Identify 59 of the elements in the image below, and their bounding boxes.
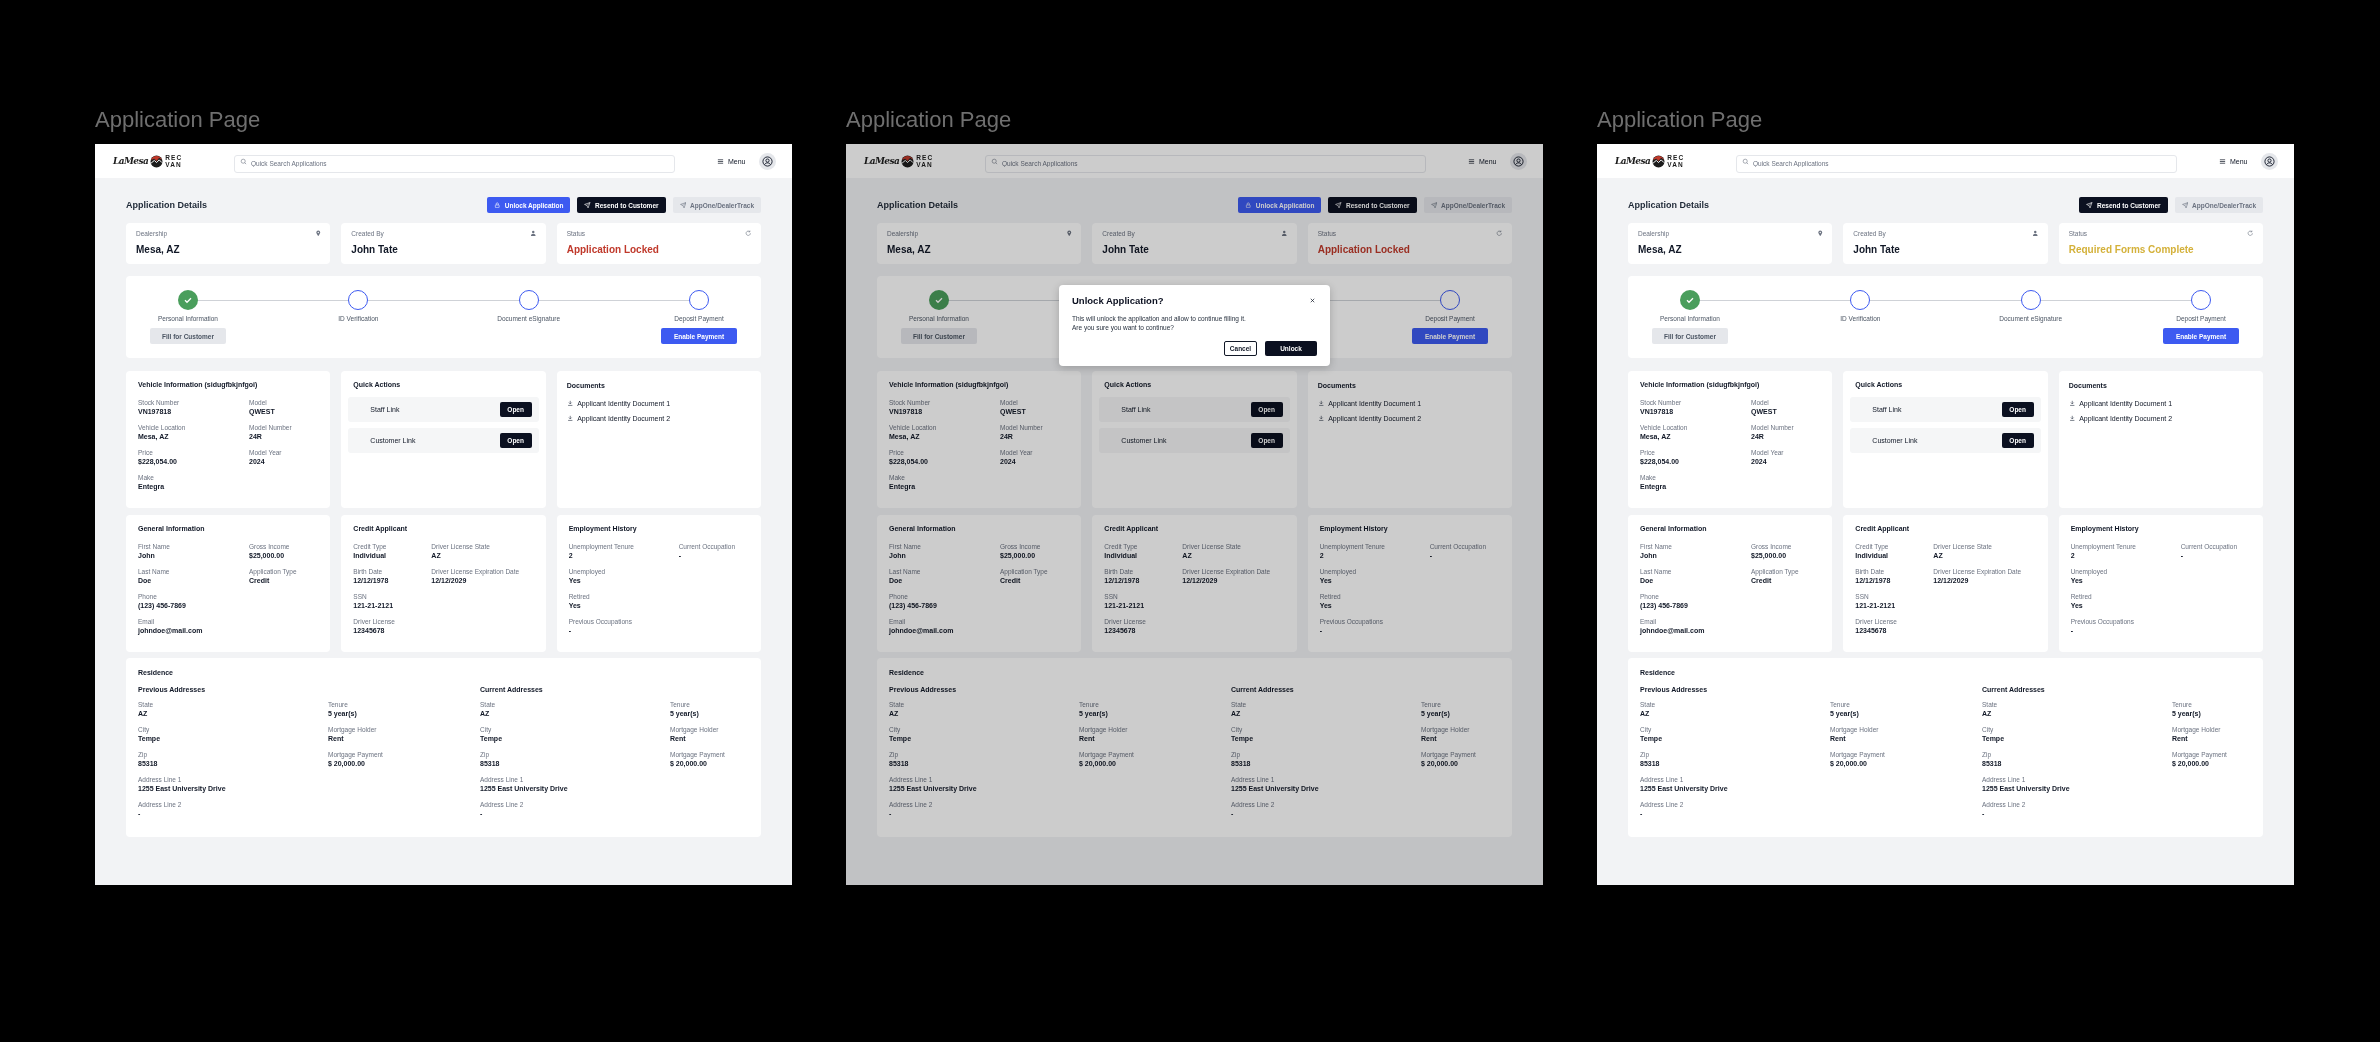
summary-value: John Tate: [1853, 243, 1900, 256]
send-icon: [2181, 201, 2189, 209]
menu-icon: [717, 157, 724, 165]
person-icon: [1281, 230, 1288, 237]
download-icon: [566, 415, 574, 422]
send-icon: [2086, 201, 2093, 209]
search-icon: [240, 157, 247, 165]
close-icon: [1309, 297, 1316, 304]
menu-icon: [1468, 157, 1475, 165]
mountain-emblem-icon: [901, 154, 915, 168]
person-icon: [2032, 230, 2039, 237]
download-icon: [2068, 415, 2076, 422]
page-title: Application Details: [877, 200, 958, 210]
account-button[interactable]: [1509, 152, 1527, 170]
summary-value: John Tate: [1102, 243, 1149, 256]
summary-value: Mesa, AZ: [887, 243, 931, 256]
person-icon: [530, 230, 537, 237]
logo-wordmark: LaMesa: [864, 156, 900, 166]
download-icon: [566, 400, 574, 407]
logo-wordmark: LaMesa: [1615, 156, 1651, 166]
send-icon: [584, 201, 591, 209]
download-icon: [1317, 415, 1325, 422]
download-icon: [2068, 400, 2076, 407]
location-pin-icon: [314, 230, 322, 237]
summary-value: Application Locked: [566, 243, 659, 256]
user-icon: [2263, 155, 2275, 167]
send-icon: [1335, 201, 1342, 209]
refresh-icon: [2247, 230, 2254, 237]
page-title: Application Details: [126, 200, 207, 210]
logo-wordmark: LaMesa: [113, 156, 149, 166]
close-button[interactable]: [1308, 296, 1317, 305]
user-icon: [761, 155, 773, 167]
summary-value: Mesa, AZ: [136, 243, 180, 256]
download-icon: [1317, 400, 1325, 407]
search-icon: [991, 157, 998, 165]
frame-label: Application Page: [95, 107, 261, 133]
mountain-emblem-icon: [1652, 154, 1666, 168]
send-icon: [1430, 201, 1438, 209]
summary-value: Mesa, AZ: [1638, 243, 1682, 256]
page-title: Application Details: [1628, 200, 1709, 210]
modal-title: Unlock Application?: [1072, 295, 1164, 306]
user-icon: [1512, 155, 1524, 167]
refresh-icon: [745, 230, 752, 237]
frame-label: Application Page: [1597, 107, 1763, 133]
summary-value: Application Locked: [1317, 243, 1410, 256]
refresh-icon: [1496, 230, 1503, 237]
lock-icon: [1245, 201, 1252, 209]
menu-icon: [2219, 157, 2226, 165]
search-icon: [1742, 157, 1749, 165]
account-button[interactable]: [2260, 152, 2278, 170]
account-button[interactable]: [758, 152, 776, 170]
mountain-emblem-icon: [150, 154, 164, 168]
location-pin-icon: [1816, 230, 1824, 237]
frame-label: Application Page: [846, 107, 1012, 133]
summary-value: John Tate: [351, 243, 398, 256]
location-pin-icon: [1065, 230, 1073, 237]
send-icon: [679, 201, 687, 209]
lock-icon: [494, 201, 501, 209]
summary-value: Required Forms Complete: [2068, 243, 2194, 256]
